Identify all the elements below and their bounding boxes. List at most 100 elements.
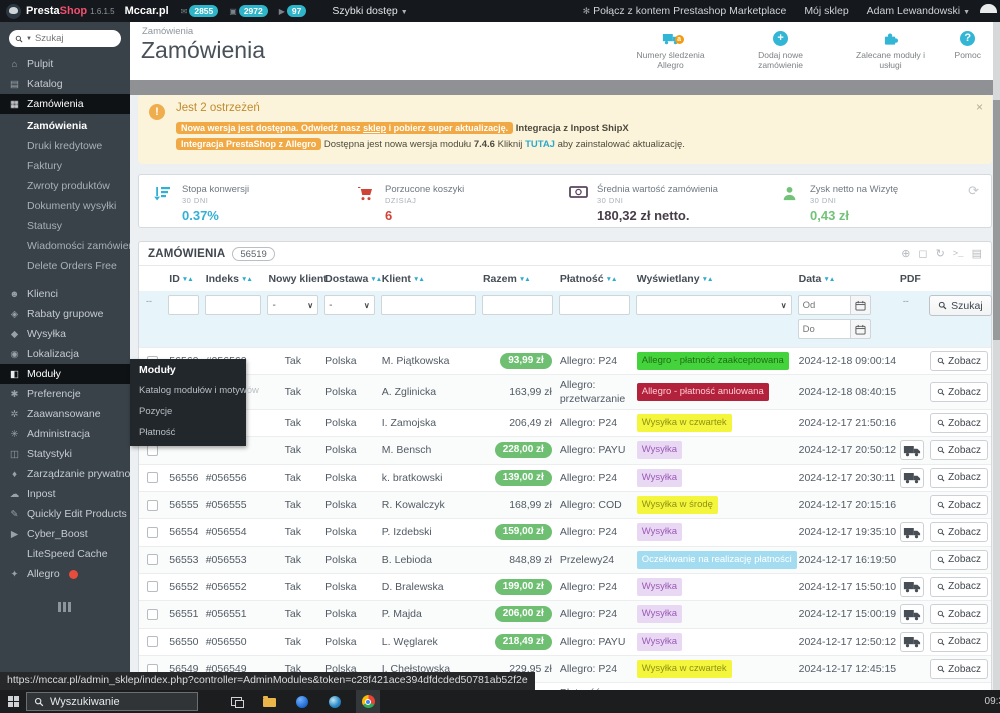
add-icon[interactable]: ⊕ [901,247,910,260]
taskbar-search[interactable]: Wyszukiwanie [26,692,198,711]
column-header-klient[interactable]: Klient▼▲ [378,266,479,291]
tutaj-link[interactable]: TUTAJ [525,139,555,150]
view-order-button[interactable]: Zobacz [930,440,988,460]
row-checkbox[interactable] [147,527,158,538]
column-header-razem[interactable]: Razem▼▲ [479,266,556,291]
delivery-slip-button[interactable] [900,604,924,624]
submenu-item[interactable]: Dokumenty wysyłki [0,196,130,216]
view-order-button[interactable]: Zobacz [930,604,988,624]
marketplace-link[interactable]: ✻Połącz z kontem Prestashop Marketplace [583,5,787,17]
refresh-icon[interactable]: ↻ [936,247,945,260]
row-checkbox[interactable] [147,472,158,483]
filter-id-input[interactable] [168,295,198,315]
sidebar-item-inpost[interactable]: ☁Inpost [0,484,130,504]
view-order-button[interactable]: Zobacz [930,577,988,597]
start-button[interactable] [0,690,26,713]
row-checkbox[interactable] [147,636,158,647]
sidebar-item-preferencje[interactable]: ✱Preferencje [0,384,130,404]
filter-status-select[interactable]: ∨ [636,295,792,315]
sql-manager-icon[interactable]: ▤ [972,247,982,260]
notification-badge[interactable]: ✉2855 [181,5,219,17]
view-order-button[interactable]: Zobacz [930,382,988,402]
flyout-item[interactable]: Katalog modułów i motywów [130,380,246,401]
filter-date-to-input[interactable] [798,319,850,339]
quick-access-menu[interactable]: Szybki dostęp▼ [332,5,407,17]
sort-icons[interactable]: ▼▲ [241,276,252,283]
file-explorer-button[interactable] [257,690,281,713]
browser-button[interactable] [323,690,347,713]
view-order-button[interactable]: Zobacz [930,351,988,371]
delivery-slip-button[interactable] [900,577,924,597]
sidebar-item-wysylka[interactable]: ◆Wysyłka [0,324,130,344]
view-order-button[interactable]: Zobacz [930,468,988,488]
calendar-icon[interactable] [850,295,871,315]
sort-icons[interactable]: ▼▲ [182,276,193,283]
sidebar-item-allegro[interactable]: ✦Allegro [0,564,130,584]
sidebar-item-zarzadzanie-prywatnoscia[interactable]: ♦Zarządzanie prywatnością [0,464,130,484]
sidebar-item-klienci[interactable]: ☻Klienci [0,284,130,304]
filter-date-from-input[interactable] [798,295,850,315]
my-shop-link[interactable]: Mój sklep [804,5,848,17]
view-order-button[interactable]: Zobacz [930,550,988,570]
search-button[interactable]: Szukaj [929,295,992,316]
delivery-slip-button[interactable] [900,522,924,542]
header-action[interactable]: ?Pomoc [946,27,990,61]
sidebar-item-rabaty-grupowe[interactable]: ◈Rabaty grupowe [0,304,130,324]
avatar[interactable] [978,3,998,22]
app-button-blue[interactable] [290,690,314,713]
header-action[interactable]: +Dodaj nowe zamówienie [726,27,836,71]
submenu-item[interactable]: Delete Orders Free [0,256,130,276]
view-order-button[interactable]: Zobacz [930,632,988,652]
scrollbar-thumb[interactable] [993,100,1000,340]
submenu-item[interactable]: Druki kredytowe [0,136,130,156]
filter-index-input[interactable] [205,295,262,315]
sidebar-item-pulpit[interactable]: ⌂Pulpit [0,54,130,74]
submenu-item[interactable]: Zwroty produktów [0,176,130,196]
refresh-icon[interactable]: ⟳ [968,183,979,199]
filter-delivery-select[interactable]: -∨ [324,295,375,315]
notification-badge[interactable]: ▶97 [279,5,307,17]
sort-icons[interactable]: ▼▲ [519,276,530,283]
sort-icons[interactable]: ▼▲ [702,276,713,283]
sort-icons[interactable]: ▼▲ [823,276,834,283]
column-header-id[interactable]: ID▼▲ [165,266,201,291]
notification-badge[interactable]: ▣2972 [229,5,267,17]
column-header-platnosc[interactable]: Płatność▼▲ [556,266,633,291]
row-checkbox[interactable] [147,445,158,456]
sidebar-search[interactable]: ▼ [9,30,121,47]
sidebar-item-cyber-boost[interactable]: ▶Cyber_Boost [0,524,130,544]
user-menu[interactable]: Adam Lewandowski▼ [867,5,970,17]
view-order-button[interactable]: Zobacz [930,522,988,542]
sidebar-item-administracja[interactable]: ✳Administracja [0,424,130,444]
sort-icons[interactable]: ▼▲ [413,276,424,283]
column-header-index[interactable]: Indeks▼▲ [202,266,265,291]
submenu-item[interactable]: Faktury [0,156,130,176]
update-pill[interactable]: Nowa wersja jest dostępna. Odwiedź nasz … [176,122,513,134]
sidebar-item-katalog[interactable]: ▤Katalog [0,74,130,94]
delivery-slip-button[interactable] [900,632,924,652]
page-scrollbar[interactable] [993,22,1000,690]
submenu-item[interactable]: Wiadomości zamówienia [0,236,130,256]
sidebar-item-moduly[interactable]: ◧Moduły [0,364,130,384]
column-header-status[interactable]: Wyświetlany▼▲ [633,266,795,291]
sql-query-icon[interactable]: >_ [953,249,964,259]
filter-new-customer-select[interactable]: -∨ [267,295,318,315]
sidebar-item-quickly-edit-products[interactable]: ✎Quickly Edit Products [0,504,130,524]
delivery-slip-button[interactable] [900,440,924,460]
sidebar-item-zaawansowane[interactable]: ✲Zaawansowane [0,404,130,424]
flyout-item[interactable]: Płatność [130,422,246,443]
chrome-button[interactable] [356,690,380,713]
header-action[interactable]: Zalecane moduły i usługi [836,27,946,71]
filter-total-input[interactable] [482,295,553,315]
filter-payment-input[interactable] [559,295,630,315]
sidebar-item-litespeed-cache[interactable]: LiteSpeed Cache [0,544,130,564]
view-order-button[interactable]: Zobacz [930,413,988,433]
shop-link[interactable]: sklep [363,123,386,133]
sidebar-item-statystyki[interactable]: ◫Statystyki [0,444,130,464]
column-header-data[interactable]: Data▼▲ [795,266,896,291]
row-checkbox[interactable] [147,500,158,511]
sort-icons[interactable]: ▼▲ [370,276,381,283]
row-checkbox[interactable] [147,609,158,620]
sort-icons[interactable]: ▼▲ [606,276,617,283]
filter-customer-input[interactable] [381,295,476,315]
